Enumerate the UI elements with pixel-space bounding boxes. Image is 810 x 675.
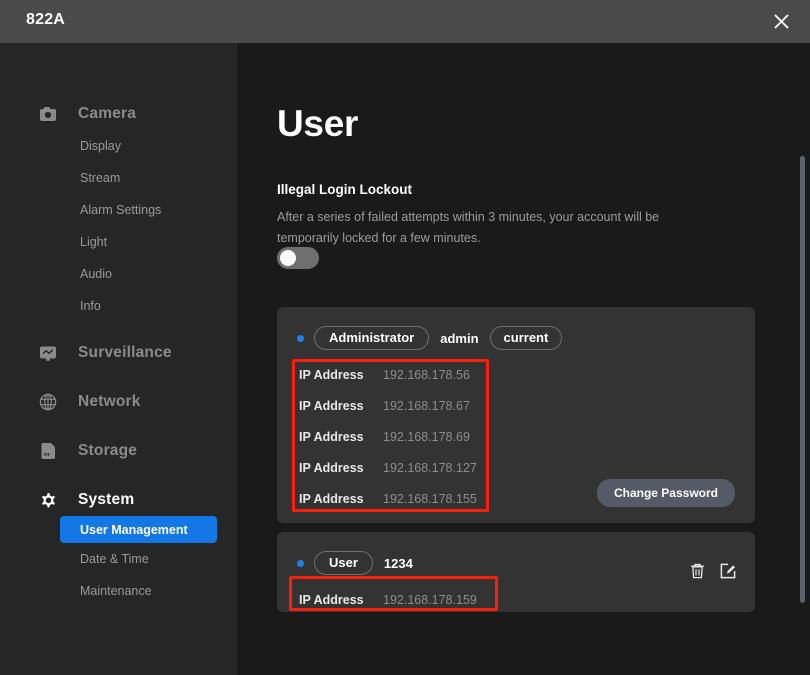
globe-icon xyxy=(38,392,58,412)
nav-group-storage: Storage xyxy=(0,435,237,467)
nav-group-surveillance: Surveillance xyxy=(0,337,237,369)
sidebar-item-camera[interactable]: Camera xyxy=(0,98,237,130)
trash-icon xyxy=(691,563,704,579)
status-dot-icon xyxy=(297,334,304,342)
role-badge: Administrator xyxy=(314,326,430,350)
account-header: User 1234 xyxy=(297,546,755,580)
ip-label: IP Address xyxy=(299,491,364,506)
account-actions xyxy=(690,563,736,579)
delete-account-button[interactable] xyxy=(690,563,705,579)
edit-account-button[interactable] xyxy=(720,563,736,579)
monitor-icon xyxy=(38,343,58,363)
ip-label: IP Address xyxy=(299,367,364,382)
account-card-administrator: Administrator admin current IP Address 1… xyxy=(277,307,755,523)
sidebar: Camera Display Stream Alarm Settings Lig… xyxy=(0,43,237,675)
sidebar-item-display[interactable]: Display xyxy=(0,130,237,162)
ip-row: IP Address 192.168.178.67 xyxy=(299,390,755,421)
status-dot-icon xyxy=(297,559,304,567)
toggle-knob xyxy=(280,250,296,266)
main-content: User Illegal Login Lockout After a serie… xyxy=(237,43,810,675)
account-card-user: User 1234 IP Address 192.168.178.159 xyxy=(277,532,755,612)
scrollbar-thumb[interactable] xyxy=(800,156,805,603)
ip-value: 192.168.178.56 xyxy=(383,367,470,382)
sidebar-item-user-management[interactable]: User Management xyxy=(60,516,217,543)
nav-group-network: Network xyxy=(0,386,237,418)
ip-value: 192.168.178.69 xyxy=(383,429,470,444)
sidebar-item-storage[interactable]: Storage xyxy=(0,435,237,467)
lockout-title: Illegal Login Lockout xyxy=(277,182,412,197)
ip-row: IP Address 192.168.178.69 xyxy=(299,421,755,452)
ip-label: IP Address xyxy=(299,460,364,475)
sidebar-item-system[interactable]: System xyxy=(0,484,237,516)
nav-group-camera: Camera Display Stream Alarm Settings Lig… xyxy=(0,98,237,322)
ip-label: IP Address xyxy=(299,592,364,607)
title-bar: 822A xyxy=(0,0,810,43)
app-window: 822A Camera Display Stream Alarm Setting… xyxy=(0,0,810,675)
role-badge: User xyxy=(314,551,373,575)
change-password-button[interactable]: Change Password xyxy=(596,479,735,507)
account-header: Administrator admin current xyxy=(297,321,755,355)
close-button[interactable] xyxy=(752,0,810,43)
current-session-badge: current xyxy=(489,326,563,350)
camera-icon xyxy=(38,104,58,124)
ip-value: 192.168.178.127 xyxy=(383,460,477,475)
sidebar-item-alarm-settings[interactable]: Alarm Settings xyxy=(0,194,237,226)
scrollbar-track[interactable] xyxy=(800,43,808,675)
sidebar-item-maintenance[interactable]: Maintenance xyxy=(0,575,237,607)
sidebar-item-audio[interactable]: Audio xyxy=(0,258,237,290)
sidebar-item-light[interactable]: Light xyxy=(0,226,237,258)
ip-row: IP Address 192.168.178.56 xyxy=(299,359,755,390)
ip-value: 192.168.178.159 xyxy=(383,592,477,607)
window-title: 822A xyxy=(26,11,66,28)
illegal-login-lockout-toggle[interactable] xyxy=(277,247,319,269)
sidebar-item-surveillance[interactable]: Surveillance xyxy=(0,337,237,369)
account-username: 1234 xyxy=(383,555,413,571)
ip-value: 192.168.178.67 xyxy=(383,398,470,413)
sidebar-item-info[interactable]: Info xyxy=(0,290,237,322)
ip-label: IP Address xyxy=(299,398,364,413)
sdcard-icon xyxy=(38,441,58,461)
lockout-description: After a series of failed attempts within… xyxy=(277,210,660,245)
close-icon xyxy=(773,14,789,29)
sidebar-item-network[interactable]: Network xyxy=(0,386,237,418)
user-ip-list: IP Address 192.168.178.159 xyxy=(299,584,755,615)
sidebar-item-date-time[interactable]: Date & Time xyxy=(0,543,237,575)
ip-value: 192.168.178.155 xyxy=(383,491,477,506)
edit-icon xyxy=(720,563,736,579)
gear-icon xyxy=(38,490,58,510)
ip-label: IP Address xyxy=(299,429,364,444)
ip-row: IP Address 192.168.178.159 xyxy=(299,584,755,615)
account-username: admin xyxy=(440,330,479,346)
sidebar-item-stream[interactable]: Stream xyxy=(0,162,237,194)
nav-group-system: System User Management Date & Time Maint… xyxy=(0,484,237,607)
page-title: User xyxy=(277,103,359,144)
